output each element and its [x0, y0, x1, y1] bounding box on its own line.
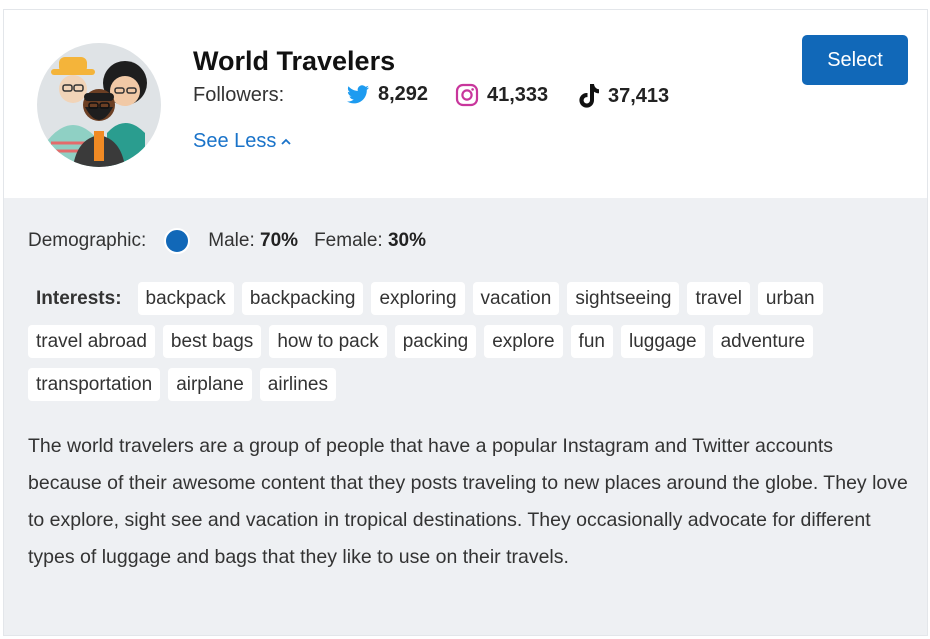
- twitter-icon: [347, 84, 369, 103]
- travelers-illustration: [47, 57, 147, 167]
- see-less-link[interactable]: See Less: [193, 130, 292, 153]
- audience-card: World Travelers Followers: 8,292 41,333 …: [3, 9, 928, 636]
- interests-section: Interests: backpack backpacking exploring v…: [28, 282, 908, 401]
- interests-label: Interests:: [36, 287, 122, 309]
- instagram-icon: [455, 83, 479, 107]
- interest-tag: adventure: [712, 325, 814, 358]
- female-value: 30%: [387, 230, 427, 251]
- interest-tag: explore: [484, 325, 563, 358]
- interest-tag: transportation: [28, 368, 161, 401]
- male-value: 70%: [260, 230, 299, 251]
- interest-tag: urban: [757, 282, 823, 315]
- interest-tags: Interests: backpack backpacking exploring v…: [28, 282, 908, 401]
- tiktok-icon: [579, 84, 599, 108]
- audience-description: The world travelers are a group of peopl…: [28, 435, 908, 568]
- followers-label: Followers:: [193, 84, 285, 106]
- interest-tag: luggage: [620, 325, 705, 358]
- interest-tag: sightseeing: [567, 282, 680, 315]
- interest-tag: airlines: [259, 368, 336, 401]
- interest-tag: backpack: [137, 282, 234, 315]
- tiktok-stat: 37,413: [578, 83, 669, 109]
- select-button[interactable]: Select: [802, 35, 908, 85]
- interest-tag: backpacking: [241, 282, 364, 315]
- interest-tag: travel abroad: [28, 325, 155, 358]
- see-less-label: See Less: [193, 130, 277, 152]
- interest-tag: how to pack: [269, 325, 387, 358]
- interest-tag: packing: [394, 325, 477, 358]
- audience-title: World Travelers: [193, 46, 396, 76]
- group-avatar: [37, 43, 161, 167]
- details-panel: Demographic: Male: 70% Female: 30% Inter…: [4, 198, 927, 635]
- gender-ratio-dot-icon: [164, 228, 191, 254]
- instagram-stat: 41,333: [455, 83, 548, 107]
- instagram-count: 41,333: [487, 83, 549, 106]
- card-header: World Travelers Followers: 8,292 41,333 …: [4, 10, 927, 198]
- tiktok-count: 37,413: [608, 84, 670, 107]
- interest-tag: fun: [570, 325, 613, 358]
- interest-tag: exploring: [371, 282, 465, 315]
- interest-tag: travel: [687, 282, 750, 315]
- twitter-count: 8,292: [378, 83, 429, 105]
- demographic-label: Demographic:: [28, 230, 147, 251]
- interest-tag: vacation: [472, 282, 560, 315]
- chevron-up-icon: [281, 138, 292, 145]
- demographic-row: Demographic: Male: 70% Female: 30%: [28, 228, 426, 254]
- twitter-stat: 8,292: [346, 83, 428, 106]
- interest-tag: best bags: [162, 325, 262, 358]
- male-label: Male:: [208, 230, 255, 251]
- female-label: Female:: [314, 230, 383, 251]
- interest-tag: airplane: [168, 368, 252, 401]
